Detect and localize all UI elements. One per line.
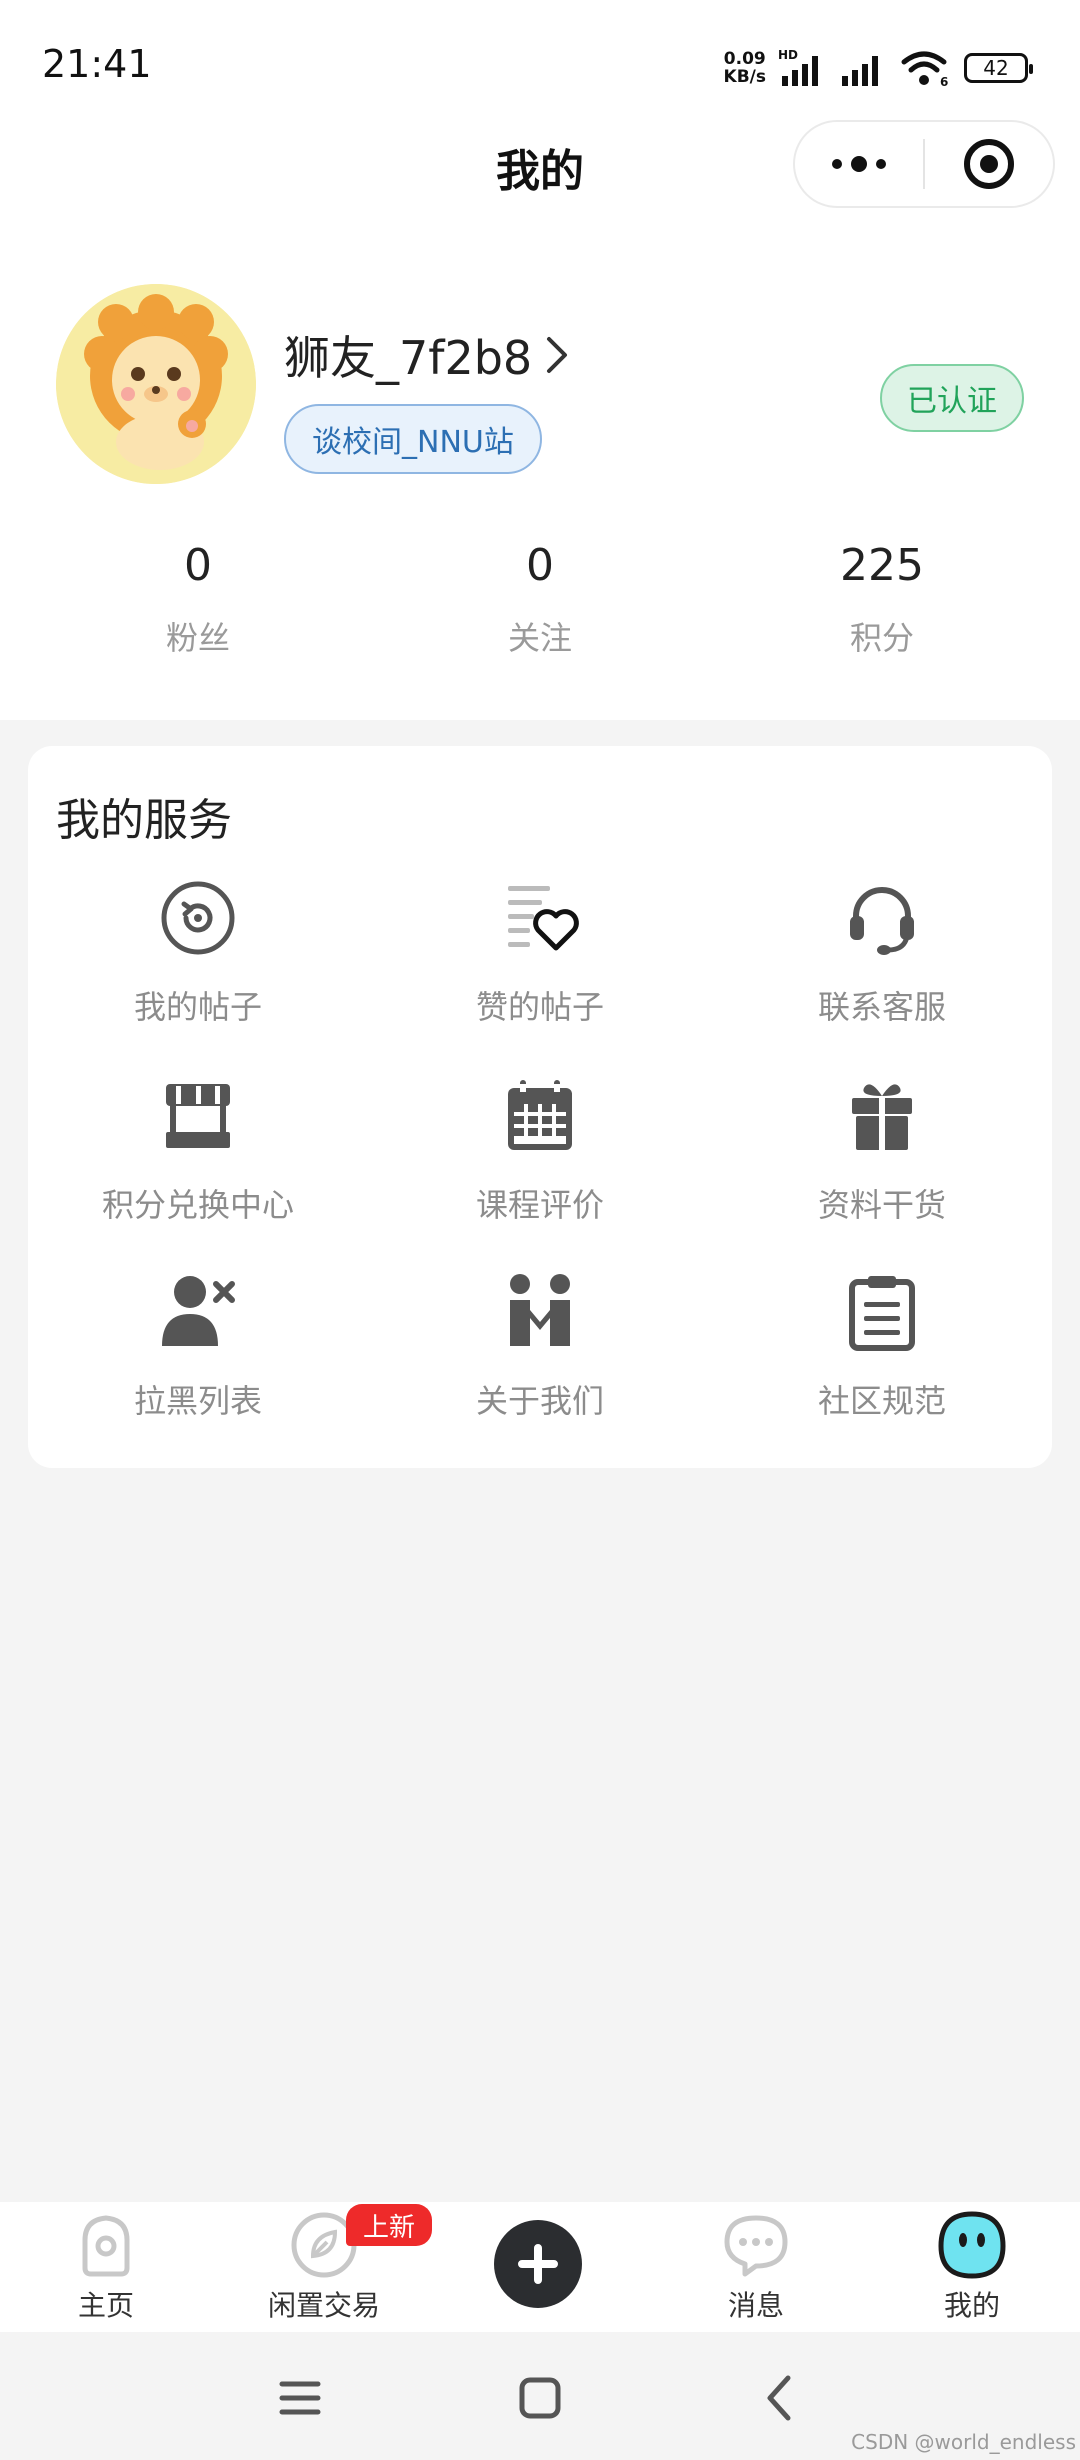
close-miniprogram-button[interactable] [925,122,1053,206]
headset-icon [850,887,914,955]
services-card: 我的服务 我的帖子 赞的帖子 联系客服 积分兑换中心 课程评价 资料干货 拉黑列… [28,746,1052,1468]
tab-label: 闲置交易 [267,2289,380,2322]
gift-icon [852,1084,912,1150]
miniprogram-capsule [793,120,1055,208]
service-label: 资料干货 [817,1186,946,1224]
service-label: 拉黑列表 [133,1382,262,1420]
block-user-icon [162,1276,235,1346]
mine-face-icon [938,2211,1006,2279]
my-posts-icon [161,881,235,955]
stat-value: 0 [526,540,554,591]
tab-label: 我的 [943,2289,1000,2322]
services-title: 我的服务 [56,795,232,846]
plus-icon [518,2244,558,2284]
avatar[interactable] [56,284,256,484]
stat-value: 225 [840,540,924,591]
tab-home[interactable]: 主页 [6,2202,206,2332]
service-contact-support[interactable]: 联系客服 [742,878,1022,1048]
signal-hd-icon: HD [778,48,818,86]
lion-avatar-icon [56,284,256,484]
service-label: 赞的帖子 [475,988,604,1026]
tab-messages[interactable]: 消息 [656,2202,856,2332]
stat-label: 积分 [849,619,914,657]
chevron-right-icon [547,337,568,373]
status-bar: 21:41 0.09 KB/s HD 6 42 [0,0,1080,130]
status-icons: 0.09 KB/s HD 6 42 [723,46,1033,90]
stat-label: 粉丝 [165,619,230,657]
battery-icon: 42 [964,53,1033,83]
service-course-review[interactable]: 课程评价 [400,1076,680,1246]
tab-label: 主页 [77,2289,134,2322]
clipboard-icon [849,1276,915,1351]
service-points-exchange[interactable]: 积分兑换中心 [58,1076,338,1246]
message-icon [724,2215,788,2277]
svg-text:6: 6 [940,75,948,88]
tab-label: 消息 [727,2289,784,2322]
signal-icon [842,56,878,86]
more-dots-icon [832,156,886,172]
calendar-icon [508,1080,572,1150]
liked-posts-icon [508,886,579,951]
network-speed: 0.09 KB/s [723,49,766,87]
service-liked-posts[interactable]: 赞的帖子 [400,878,680,1048]
service-community-rules[interactable]: 社区规范 [742,1272,1022,1442]
people-icon [510,1274,570,1346]
stat-following[interactable]: 0 关注 [440,540,640,659]
store-icon [166,1084,230,1148]
service-label: 课程评价 [475,1186,604,1224]
more-button[interactable] [795,122,923,206]
stat-value: 0 [184,540,212,591]
service-about-us[interactable]: 关于我们 [400,1272,680,1442]
service-resources[interactable]: 资料干货 [742,1076,1022,1246]
stat-points[interactable]: 225 积分 [782,540,982,659]
service-label: 我的帖子 [133,988,262,1026]
publish-button[interactable] [494,2220,582,2308]
home-icon [82,2215,130,2277]
new-badge: 上新 [346,2204,432,2246]
service-label: 积分兑换中心 [101,1186,294,1224]
stat-label: 关注 [507,619,572,657]
service-blocklist[interactable]: 拉黑列表 [58,1272,338,1442]
service-label: 社区规范 [817,1382,946,1420]
tab-mine[interactable]: 我的 [872,2202,1072,2332]
stat-followers[interactable]: 0 粉丝 [98,540,298,659]
service-my-posts[interactable]: 我的帖子 [58,878,338,1048]
svg-text:HD: HD [778,48,798,62]
username: 狮友_7f2b8 [284,331,533,385]
verified-badge: 已认证 [880,364,1024,432]
status-time: 21:41 [42,42,152,86]
watermark: CSDN @world_endless [851,2430,1076,2454]
wifi-icon: 6 [901,51,948,88]
menu-icon[interactable] [270,2368,330,2428]
home-square-icon[interactable] [510,2368,570,2428]
campus-tag[interactable]: 谈校间_NNU站 [284,404,542,474]
target-close-icon [964,139,1014,189]
service-label: 联系客服 [817,988,946,1026]
username-row[interactable]: 狮友_7f2b8 [284,322,570,388]
back-icon[interactable] [750,2368,810,2428]
service-label: 关于我们 [475,1382,604,1420]
